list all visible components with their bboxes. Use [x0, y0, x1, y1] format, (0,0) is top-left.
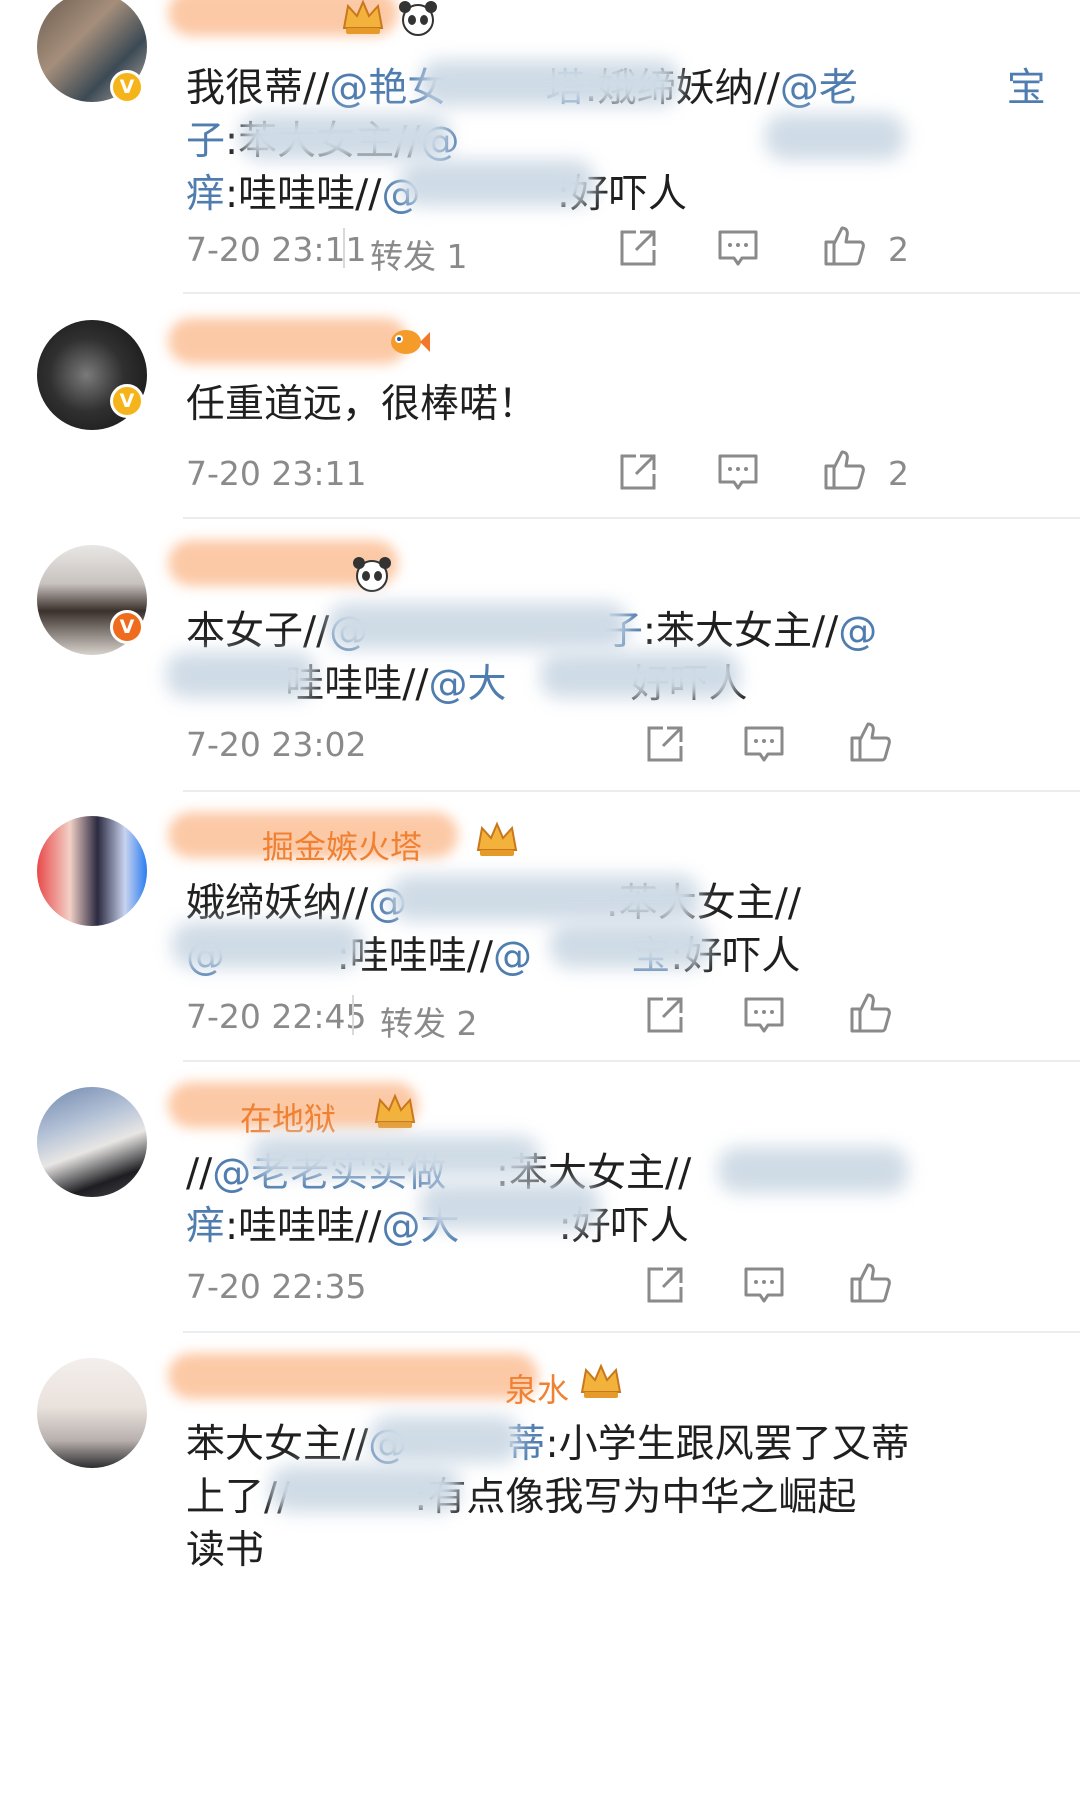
- comment-timestamp: 7-20 23:11: [186, 230, 367, 269]
- mention-link[interactable]: 痒: [186, 1204, 225, 1249]
- verified-badge-icon: V: [110, 610, 144, 644]
- comment-icon[interactable]: [742, 993, 786, 1037]
- redacted-mention: [250, 1136, 540, 1176]
- comment-text: //: [186, 1151, 213, 1196]
- redacted-mention: [420, 60, 680, 106]
- panda-icon: [353, 557, 391, 592]
- repost-icon[interactable]: [643, 1263, 687, 1307]
- redacted-mention: [172, 922, 362, 968]
- like-count: 2: [888, 454, 909, 493]
- verified-badge-icon: V: [110, 384, 144, 418]
- avatar-photo: [37, 1087, 147, 1197]
- panda-icon: [399, 1, 437, 36]
- mention-link[interactable]: @: [838, 609, 877, 654]
- username-redacted[interactable]: [168, 1353, 538, 1399]
- redacted-mention: [328, 603, 628, 649]
- mention-link[interactable]: @老: [780, 66, 858, 111]
- forward-count[interactable]: 转发 2: [380, 997, 478, 1045]
- comment-text: :哇哇哇//: [225, 172, 382, 217]
- avatar[interactable]: [37, 1358, 147, 1468]
- divider: [183, 1331, 1080, 1333]
- comment-text: [858, 66, 1007, 111]
- redacted-mention: [550, 922, 710, 968]
- crown-badge-icon: [580, 1363, 622, 1398]
- comment-text: :苯大女主//: [642, 609, 839, 654]
- divider: [183, 1060, 1080, 1062]
- avatar[interactable]: [37, 816, 147, 926]
- divider: [183, 292, 1080, 294]
- verified-badge-icon: V: [110, 70, 144, 104]
- username-redacted[interactable]: [168, 318, 408, 364]
- repost-icon[interactable]: [643, 993, 687, 1037]
- crown-badge-icon: [476, 821, 518, 856]
- username[interactable]: 在地狱: [240, 1094, 336, 1140]
- repost-icon[interactable]: [643, 722, 687, 766]
- redacted-mention: [240, 114, 450, 160]
- comment-text: :有点像我写为中华之崛起: [414, 1475, 857, 1520]
- divider: [183, 790, 1080, 792]
- comment-icon[interactable]: [716, 450, 760, 494]
- divider: [352, 995, 354, 1035]
- comment-text: 读书: [186, 1528, 265, 1573]
- comment-timestamp: 7-20 23:02: [186, 725, 367, 764]
- redacted-mention: [718, 1147, 908, 1193]
- mention-link[interactable]: 痒: [186, 172, 225, 217]
- avatar-photo: [37, 1358, 147, 1468]
- crown-badge-icon: [374, 1093, 416, 1128]
- avatar-photo: [37, 816, 147, 926]
- redacted-mention: [765, 114, 905, 160]
- redacted-mention: [400, 160, 595, 206]
- redacted-mention: [370, 1416, 520, 1462]
- goldfish-icon: [391, 330, 430, 354]
- comment-timestamp: 7-20 22:35: [186, 1267, 367, 1306]
- comment-feed: V 我很蒂//@艳女 塔:娥缔妖纳//@老 宝子:苯大女主//@ 痒:哇哇哇//…: [0, 0, 1080, 1805]
- redacted-mention: [390, 875, 700, 921]
- comment-timestamp: 7-20 22:45: [186, 997, 367, 1036]
- comment-text: 苯大女主//: [186, 1422, 369, 1467]
- redacted-mention: [420, 1183, 600, 1229]
- redacted-mention: [166, 652, 316, 698]
- comment-text: 本女子//: [186, 609, 330, 654]
- comment-content: 任重道远，很棒喏！: [186, 378, 1046, 431]
- repost-icon[interactable]: [616, 226, 660, 270]
- comment-text: 娥缔妖纳//: [186, 881, 369, 926]
- username[interactable]: 掘金嫉火塔: [262, 822, 422, 868]
- mention-link[interactable]: @: [493, 934, 532, 979]
- mention-link[interactable]: @大: [428, 662, 506, 707]
- like-icon[interactable]: [848, 991, 892, 1035]
- redacted-mention: [540, 652, 740, 698]
- username[interactable]: 泉水: [505, 1365, 569, 1411]
- redacted-mention: [270, 1466, 460, 1512]
- comment-icon[interactable]: [742, 1263, 786, 1307]
- like-icon[interactable]: [822, 224, 866, 268]
- like-icon[interactable]: [848, 1261, 892, 1305]
- comment-text: 我很蒂//: [186, 66, 330, 111]
- comment-text: :哇哇哇//: [225, 1204, 382, 1249]
- like-count: 2: [888, 230, 909, 269]
- comment-text: :小学生跟风罢了又蒂: [545, 1422, 910, 1467]
- divider: [183, 517, 1080, 519]
- comment-timestamp: 7-20 23:11: [186, 454, 367, 493]
- crown-badge-icon: [342, 0, 384, 34]
- comment-icon[interactable]: [742, 722, 786, 766]
- comment-text: 任重道远，很棒喏！: [186, 382, 538, 427]
- repost-icon[interactable]: [616, 450, 660, 494]
- avatar[interactable]: [37, 1087, 147, 1197]
- comment-icon[interactable]: [716, 226, 760, 270]
- like-icon[interactable]: [848, 720, 892, 764]
- like-icon[interactable]: [822, 448, 866, 492]
- divider: [343, 228, 345, 268]
- forward-count[interactable]: 转发 1: [370, 230, 468, 278]
